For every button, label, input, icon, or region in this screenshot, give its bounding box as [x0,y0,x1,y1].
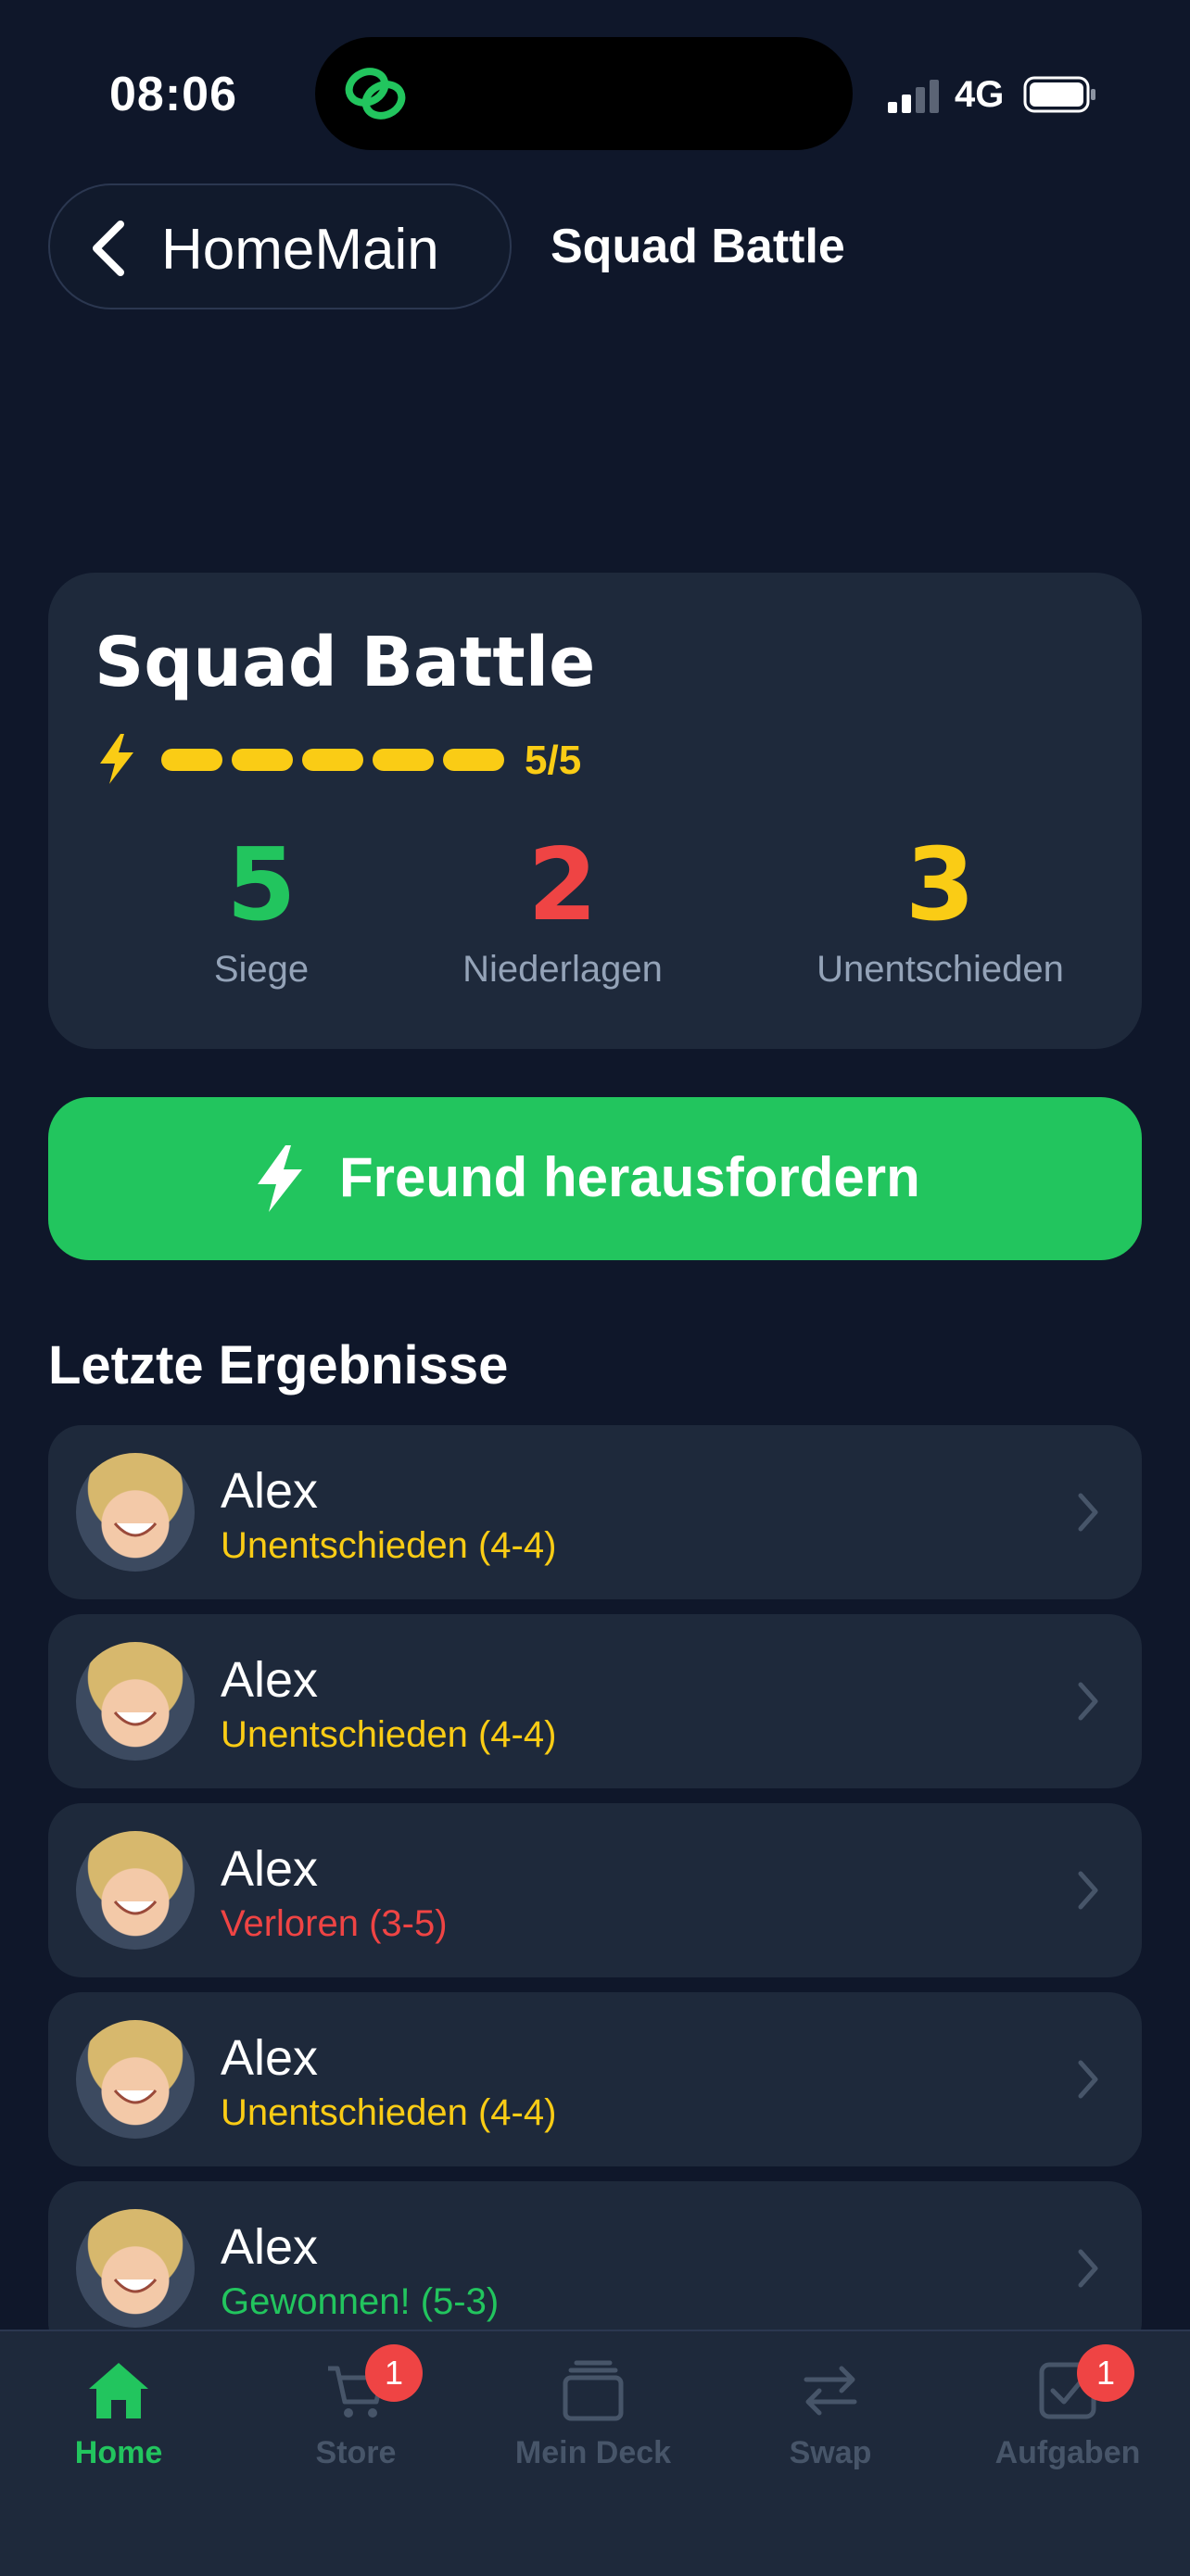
status-time: 08:06 [109,68,237,121]
energy-meter: 5/5 [98,730,747,786]
notification-badge: 1 [1077,2344,1134,2402]
link-app-icon [345,68,406,120]
tab-label: Mein Deck [514,2435,672,2470]
tab-home[interactable]: Home [0,2331,237,2498]
chevron-right-icon [1078,1871,1098,1910]
results-title: Letzte Ergebnisse [48,1335,509,1395]
avatar [76,1453,195,1572]
home-icon [89,2363,148,2418]
result-row[interactable]: Alex Unentschieden (4-4) [48,1425,1142,1599]
stat-value: 3 [905,827,976,943]
tab-bar: Home 1 Store Mein Deck Swap 1 Aufgaben [0,2330,1190,2576]
opponent-name: Alex [221,2219,319,2275]
energy-segment [161,749,222,771]
nav-title: Squad Battle [551,220,845,273]
stat-value: 2 [527,827,598,943]
lightning-icon [100,734,133,784]
energy-segment [232,749,293,771]
stat-draws: 3 Unentschieden [743,832,1137,991]
chevron-left-icon [93,221,124,276]
avatar-face [113,1900,158,1915]
back-button-label: HomeMain [161,218,439,282]
avatar-face [113,1522,158,1537]
result-status: Verloren (3-5) [221,1903,448,1944]
stat-label: Unentschieden [817,949,1064,990]
result-row[interactable]: Alex Unentschieden (4-4) [48,1614,1142,1788]
result-status: Unentschieden (4-4) [221,1525,557,1566]
challenge-friend-button[interactable]: Freund herausfordern [48,1097,1142,1260]
opponent-name: Alex [221,1463,319,1519]
energy-count: 5/5 [525,738,582,783]
squad-battle-card: Squad Battle 5/5 5 Siege 2 Niederlagen 3… [48,573,1142,1049]
tab-swap[interactable]: Swap [712,2331,949,2498]
tab-mein-deck[interactable]: Mein Deck [475,2331,712,2498]
tab-label: Swap [789,2435,872,2470]
opponent-name: Alex [221,1652,319,1708]
stat-label: Niederlagen [462,949,663,990]
opponent-name: Alex [221,1841,319,1897]
result-row[interactable]: Alex Verloren (3-5) [48,1803,1142,1977]
result-status: Gewonnen! (5-3) [221,2281,500,2322]
tab-store[interactable]: 1 Store [237,2331,475,2498]
stat-losses: 2 Niederlagen [400,832,725,991]
energy-segment [443,749,504,771]
avatar [76,2020,195,2139]
energy-segment [302,749,363,771]
result-status: Unentschieden (4-4) [221,2092,557,2133]
stat-wins: 5 Siege [122,832,400,991]
result-row[interactable]: Alex Unentschieden (4-4) [48,1992,1142,2166]
signal-icon [888,80,939,113]
chevron-right-icon [1078,2249,1098,2288]
avatar [76,1831,195,1950]
opponent-name: Alex [221,2030,319,2086]
avatar [76,2209,195,2328]
tab-label: Aufgaben [994,2435,1141,2470]
lightning-icon [258,1145,302,1212]
result-status: Unentschieden (4-4) [221,1714,557,1755]
status-bar: 08:06 4G [0,0,1190,185]
network-type: 4G [955,74,1005,115]
tab-label: Store [315,2435,397,2470]
back-button[interactable]: HomeMain [48,183,512,309]
tab-aufgaben[interactable]: 1 Aufgaben [949,2331,1186,2498]
chevron-right-icon [1078,2060,1098,2099]
avatar-face [113,2279,158,2293]
stat-value: 5 [226,827,297,943]
tab-label: Home [74,2435,163,2470]
avatar-face [113,1711,158,1726]
avatar [76,1642,195,1761]
chevron-right-icon [1078,1682,1098,1721]
avatar-face [113,2090,158,2104]
challenge-button-label: Freund herausfordern [339,1146,920,1208]
dynamic-island [315,37,853,150]
energy-segment [373,749,434,771]
battery-icon [1023,76,1095,113]
swap-icon [804,2366,857,2416]
stat-label: Siege [213,949,310,990]
card-title: Squad Battle [95,623,596,702]
cards-icon [563,2360,624,2421]
notification-badge: 1 [365,2344,423,2402]
chevron-right-icon [1078,1493,1098,1532]
